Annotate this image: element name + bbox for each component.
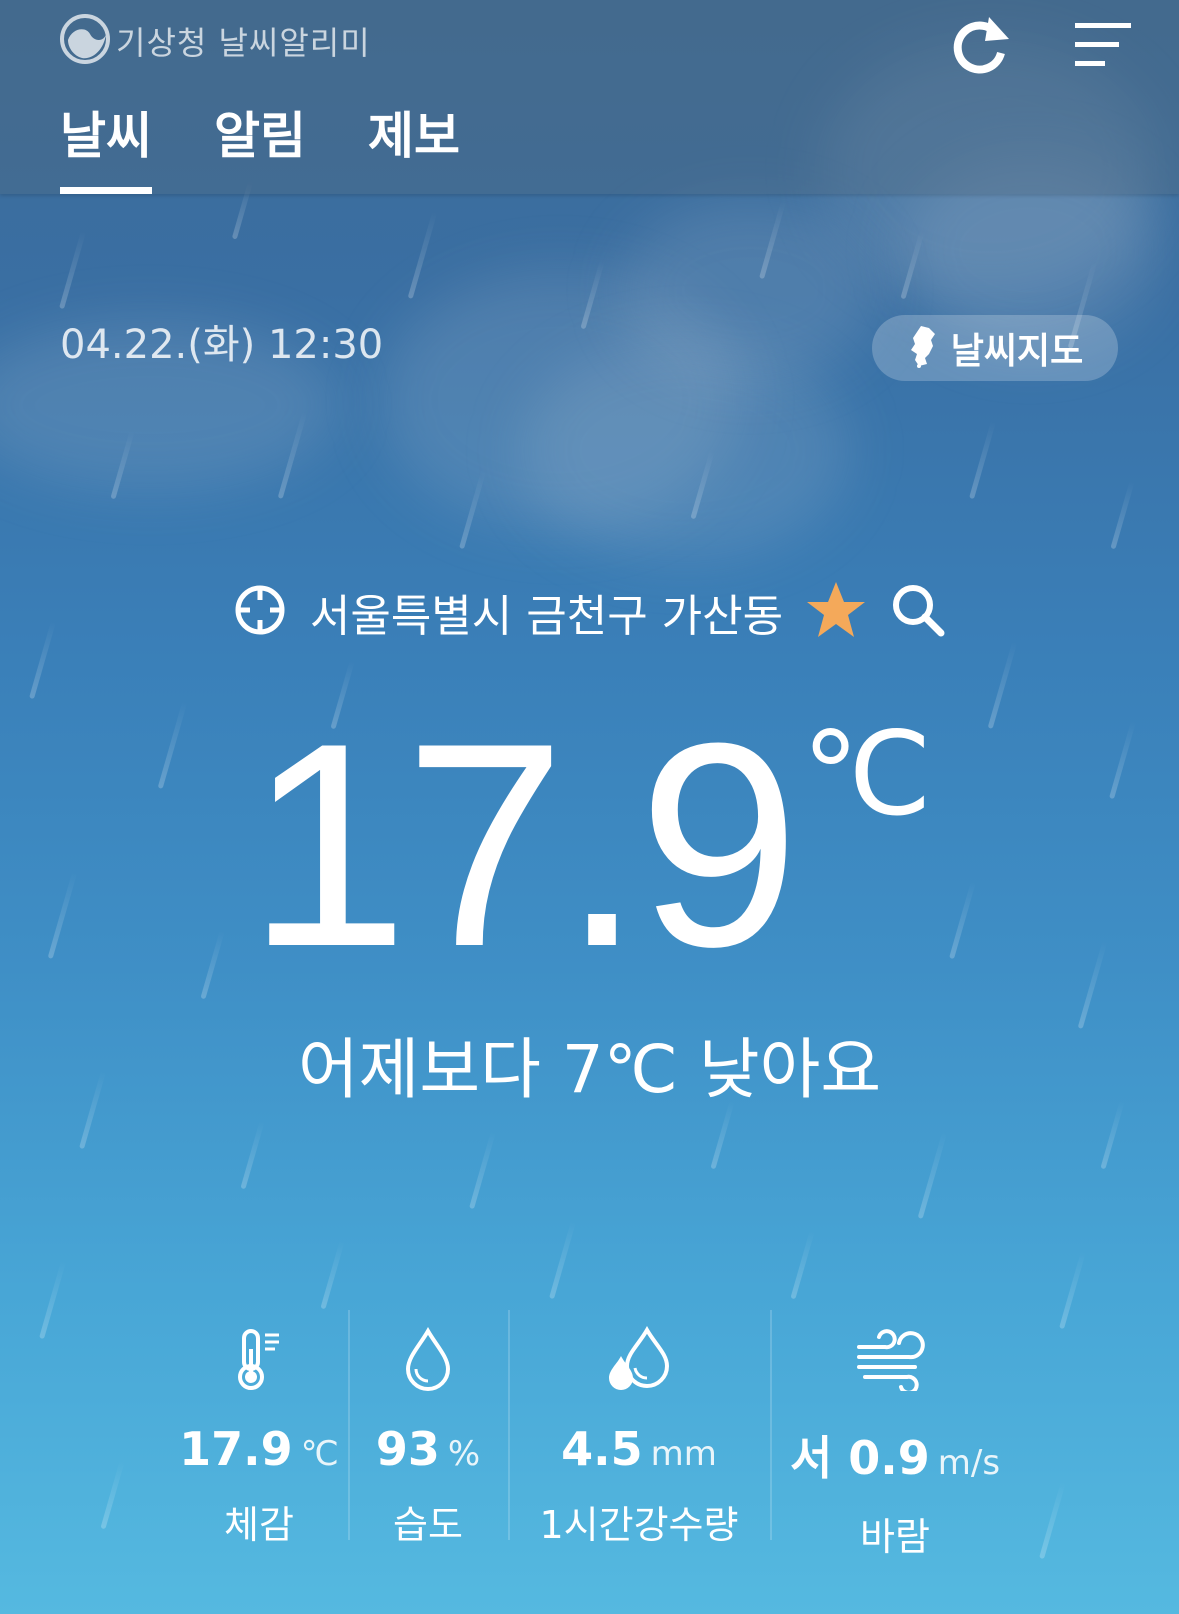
search-icon (893, 585, 945, 637)
app-header: 기상청 날씨알리미 날씨 알림 제보 (0, 0, 1179, 194)
stat-precipitation: 4.5 mm 1시간강수량 (508, 1310, 770, 1561)
weather-map-label: 날씨지도 (950, 331, 1084, 372)
precipitation-value: 4.5 (561, 1422, 643, 1476)
observation-datetime: 04.22.(화) 12:30 (60, 322, 384, 368)
stat-feels-like: 17.9 ℃ 체감 (170, 1320, 348, 1561)
feels-like-unit: ℃ (300, 1434, 339, 1474)
star-icon (807, 582, 866, 637)
temperature-comparison: 어제보다 7℃ 낮아요 (297, 1031, 882, 1108)
location-name[interactable]: 서울특별시 금천구 가산동 (310, 580, 783, 644)
menu-icon (1073, 17, 1133, 77)
stat-humidity: 93 % 습도 (348, 1310, 508, 1561)
thermometer-icon (233, 1320, 285, 1398)
korea-map-icon (907, 324, 941, 372)
weather-details: 17.9 ℃ 체감 93 % 습도 4.5 mm 1시간강수량 서 0.9 m/… (170, 1310, 1020, 1561)
feels-like-label: 체감 (224, 1503, 294, 1547)
rain-drops-icon (605, 1320, 673, 1398)
droplet-icon (402, 1320, 454, 1398)
crosshair-icon (235, 585, 285, 635)
humidity-label: 습도 (393, 1503, 463, 1547)
feels-like-value: 17.9 (179, 1422, 293, 1476)
precipitation-unit: mm (650, 1434, 717, 1474)
menu-button[interactable] (1068, 12, 1138, 82)
search-button[interactable] (889, 581, 947, 643)
temperature-value: 17.9 (247, 683, 799, 1007)
humidity-unit: % (447, 1434, 481, 1474)
temperature-unit: ℃ (801, 709, 932, 839)
wind-value: 서 0.9 (789, 1431, 930, 1485)
location-row: 서울특별시 금천구 가산동 (0, 580, 1179, 644)
app-logo: 기상청 날씨알리미 (60, 14, 371, 68)
current-temperature: 17.9 ℃ (0, 700, 1179, 990)
tab-reports[interactable]: 제보 (368, 96, 460, 194)
tab-alerts[interactable]: 알림 (214, 96, 306, 194)
current-location-button[interactable] (232, 582, 288, 642)
wind-unit: m/s (937, 1443, 1001, 1483)
refresh-icon (949, 13, 1013, 81)
wind-label: 바람 (860, 1515, 930, 1559)
tab-weather[interactable]: 날씨 (60, 96, 152, 194)
app-title: 기상청 날씨알리미 (116, 24, 371, 62)
kma-emblem-icon (60, 14, 110, 68)
wind-icon (855, 1320, 935, 1398)
refresh-button[interactable] (946, 12, 1016, 82)
humidity-value: 93 (375, 1422, 440, 1476)
weather-map-button[interactable]: 날씨지도 (872, 315, 1118, 381)
precipitation-label: 1시간강수량 (539, 1503, 739, 1547)
stat-wind: 서 0.9 m/s 바람 (770, 1310, 1020, 1561)
favorite-button[interactable] (805, 580, 867, 644)
main-tabs: 날씨 알림 제보 (60, 96, 460, 194)
